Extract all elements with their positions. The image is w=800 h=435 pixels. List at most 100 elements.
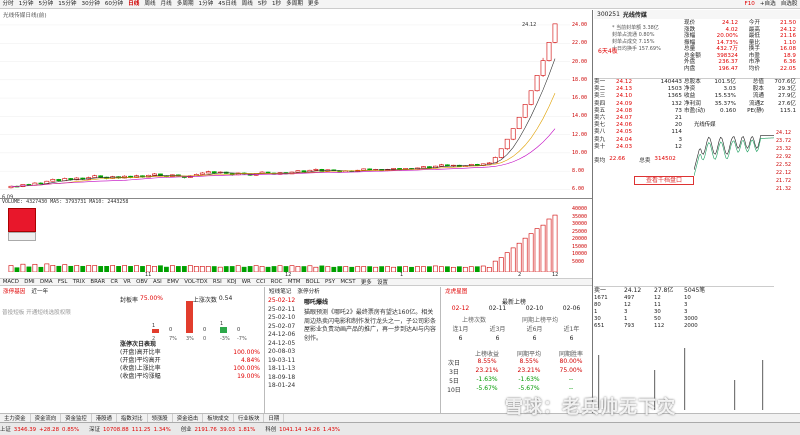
period-tab-1[interactable]: 1分钟	[16, 0, 36, 8]
candle-body[interactable]	[552, 23, 558, 43]
toolbar-right-2[interactable]: 自选股	[778, 0, 800, 8]
candle-body[interactable]	[50, 179, 56, 182]
indicator-tab-21[interactable]: 更多	[358, 278, 374, 286]
indicator-tab-2[interactable]: DMA	[37, 279, 55, 285]
candle-body[interactable]	[313, 169, 319, 171]
candle-body[interactable]	[26, 184, 32, 186]
candle-body[interactable]	[528, 90, 534, 105]
tool-tab-1[interactable]: 资金流向	[31, 414, 62, 422]
candle-body[interactable]	[498, 148, 504, 158]
tool-tab-0[interactable]: 主力资金	[0, 414, 31, 422]
period-tab-7[interactable]: 周线	[142, 0, 158, 8]
candle-body[interactable]	[56, 179, 62, 182]
candle-body[interactable]	[534, 75, 540, 92]
candle-body[interactable]	[445, 164, 450, 167]
candle-body[interactable]	[199, 172, 205, 175]
indicator-tab-22[interactable]: 设置	[374, 278, 390, 286]
indicator-tab-20[interactable]: MCST	[338, 279, 359, 285]
index-quote[interactable]: 创业 2191.76 39.03 1.81%	[181, 425, 256, 433]
period-tab-3[interactable]: 15分钟	[56, 0, 79, 8]
candle-body[interactable]	[546, 42, 552, 61]
tool-tab-7[interactable]: 板块成交	[203, 414, 234, 422]
news-date[interactable]: 25-02-11	[268, 306, 300, 315]
indicator-tab-12[interactable]: RSI	[210, 279, 224, 285]
fs-date[interactable]: 02-10	[516, 305, 553, 312]
depth-button[interactable]: 查看千档盘口	[634, 176, 694, 185]
index-quote[interactable]: 上证 3346.39 +28.28 0.85%	[0, 425, 79, 433]
tool-tab-5[interactable]: 领涨股	[148, 414, 173, 422]
indicator-tab-8[interactable]: OBV	[133, 279, 150, 285]
tool-tab-9[interactable]: 日期	[264, 414, 285, 422]
indicator-tab-5[interactable]: BRAR	[88, 279, 108, 285]
candle-body[interactable]	[205, 171, 211, 174]
toolbar-right-0[interactable]: F10	[742, 0, 757, 8]
candle-body[interactable]	[540, 60, 546, 76]
index-quote[interactable]: 深证 10708.88 111.25 1.34%	[89, 425, 171, 433]
fs-date[interactable]: 02-11	[479, 305, 516, 312]
indicator-tab-17[interactable]: MTM	[285, 279, 303, 285]
period-tab-2[interactable]: 5分钟	[36, 0, 56, 8]
candle-body[interactable]	[391, 168, 396, 170]
indicator-tab-9[interactable]: ASI	[150, 279, 164, 285]
tab-zt-gene[interactable]: 涨停基因	[0, 287, 28, 295]
news-date[interactable]: 25-02-12	[268, 297, 300, 306]
candle-body[interactable]	[439, 164, 444, 167]
indicator-tab-14[interactable]: WR	[239, 279, 253, 285]
candle-body[interactable]	[516, 116, 522, 129]
period-tab-13[interactable]: 5秒	[255, 0, 269, 8]
period-tab-15[interactable]: 多周期	[284, 0, 306, 8]
candle-body[interactable]	[510, 128, 516, 140]
indicator-tab-0[interactable]: MACD	[0, 279, 22, 285]
indicator-tab-13[interactable]: KDJ	[224, 279, 239, 285]
candle-body[interactable]	[152, 173, 157, 176]
period-tab-11[interactable]: 45日线	[216, 0, 239, 8]
news-date[interactable]: 25-02-07	[268, 323, 300, 332]
news-date[interactable]: 18-01-24	[268, 382, 300, 391]
period-tab-8[interactable]: 月线	[158, 0, 174, 8]
period-tab-16[interactable]: 更多	[305, 0, 321, 8]
candle-body[interactable]	[92, 175, 98, 178]
news-date[interactable]: 24-12-06	[268, 331, 300, 340]
candle-body[interactable]	[98, 175, 104, 178]
indicator-tab-16[interactable]: ROC	[268, 279, 285, 285]
period-tab-10[interactable]: 1分钟	[196, 0, 216, 8]
candle-body[interactable]	[421, 166, 426, 169]
candle-body[interactable]	[504, 138, 510, 150]
candle-body[interactable]	[38, 182, 44, 185]
news-date[interactable]: 24-12-05	[268, 340, 300, 349]
candle-body[interactable]	[295, 170, 301, 173]
period-tab-12[interactable]: 周线	[239, 0, 255, 8]
candle-body[interactable]	[522, 104, 528, 118]
period-tab-14[interactable]: 1秒	[269, 0, 283, 8]
news-date[interactable]: 18-09-18	[268, 374, 300, 383]
candle-body[interactable]	[361, 168, 367, 171]
news-date[interactable]: 18-11-13	[268, 365, 300, 374]
toolbar-right-1[interactable]: +自选	[757, 0, 778, 8]
indicator-tab-15[interactable]: CCI	[253, 279, 268, 285]
period-tab-9[interactable]: 多周期	[174, 0, 196, 8]
candle-body[interactable]	[211, 171, 217, 174]
period-tab-6[interactable]: 日线	[126, 0, 142, 8]
tool-tab-6[interactable]: 资金追击	[173, 414, 204, 422]
indicator-tab-4[interactable]: TRIX	[70, 279, 88, 285]
tab-notes[interactable]: 短线笔记	[266, 287, 294, 295]
indicator-tab-19[interactable]: PSY	[322, 279, 337, 285]
index-quote[interactable]: 科创 1041.14 14.26 1.43%	[265, 425, 340, 433]
indicator-tab-10[interactable]: EMV	[164, 279, 181, 285]
candle-body[interactable]	[486, 162, 492, 165]
indicator-tab-3[interactable]: FSL	[55, 279, 70, 285]
tab-dragon[interactable]: 龙虎星图	[442, 287, 470, 295]
tool-tab-2[interactable]: 资金监控	[61, 414, 92, 422]
tab-near-year[interactable]: 近一年	[28, 287, 51, 295]
indicator-tab-6[interactable]: CR	[108, 279, 121, 285]
volume-chart[interactable]	[0, 206, 570, 272]
news-date[interactable]: 20-08-03	[268, 348, 300, 357]
tool-tab-4[interactable]: 指数对比	[117, 414, 148, 422]
period-tab-0[interactable]: 分时	[0, 0, 16, 8]
indicator-tab-11[interactable]: VOL-TDX	[182, 279, 211, 285]
candle-body[interactable]	[265, 171, 271, 174]
tool-tab-3[interactable]: 港股通	[92, 414, 117, 422]
fs-date[interactable]: 02-06	[553, 305, 590, 312]
indicator-tab-1[interactable]: DMI	[22, 279, 38, 285]
indicator-tab-7[interactable]: VR	[121, 279, 134, 285]
